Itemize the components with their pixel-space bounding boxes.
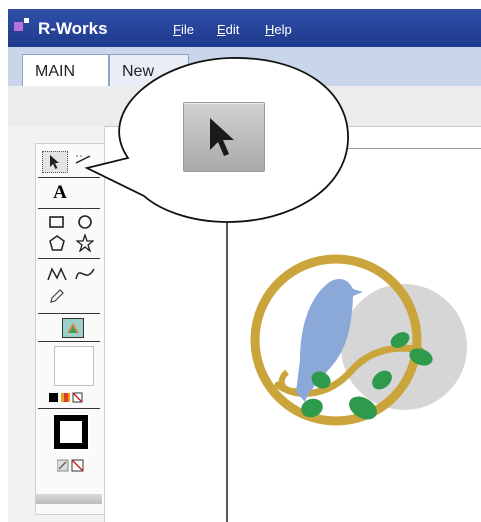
pointer-arrow-icon bbox=[210, 118, 234, 156]
app-window: R-Works File Edit Help MAIN New A bbox=[0, 0, 481, 522]
zoomed-select-tool bbox=[183, 102, 265, 172]
canvas-artwork bbox=[250, 254, 467, 426]
